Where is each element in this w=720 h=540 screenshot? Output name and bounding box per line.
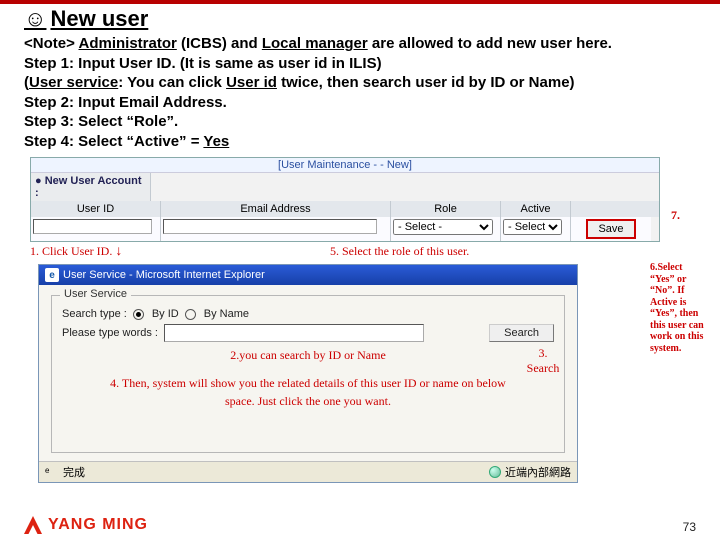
note-fragment: : You can click [118,74,226,91]
note-step3: Step 3: Select “Role”. [24,112,696,132]
please-type-label: Please type words : [62,327,158,339]
anno-1: 1. Click User ID. ↓ [30,244,330,260]
search-type-label: Search type : [62,308,127,320]
brand-mark-icon [24,516,42,534]
ie-statusbar: e 完成 近端內部網路 [39,461,577,482]
note-fragment: twice, then search user id by ID or Name… [277,74,575,91]
note-step1: Step 1: Input User ID. (It is same as us… [24,54,696,74]
arrow-down-icon: ↓ [115,244,122,259]
role-select[interactable]: - Select - [393,219,493,235]
ie-titlebar: e User Service - Microsoft Internet Expl… [39,265,577,285]
status-zone: 近端內部網路 [505,464,571,480]
active-select[interactable]: - Select - [503,219,562,235]
radio-by-name-label: By Name [204,308,249,320]
user-service-fieldset: User Service Search type : By ID By Name… [51,295,565,453]
radio-by-id[interactable] [133,309,144,320]
title-text: New user [50,6,148,32]
anno-2: 2.you can search by ID or Name [230,348,386,362]
ie-window: e User Service - Microsoft Internet Expl… [38,264,578,483]
note-fragment: (ICBS) and [181,35,262,52]
note-block: <Note> Administrator (ICBS) and Local ma… [24,34,696,151]
globe-icon [489,466,501,478]
top-red-bar [0,0,720,4]
note-yes: Yes [203,133,229,150]
col-save [571,201,651,217]
brand-text: YANG MING [48,516,148,534]
page-number: 73 [683,520,696,534]
note-fragment: are allowed to add new user here. [372,35,612,52]
note-userid: User id [226,74,277,91]
smile-icon: ☺ [24,6,46,32]
ie-status-icon: e [45,466,57,478]
col-email: Email Address [161,201,391,217]
brand-logo: YANG MING [24,516,148,534]
email-input[interactable] [163,219,377,234]
um-caption: [User Maintenance - - New] [31,158,659,173]
status-done: 完成 [63,464,85,480]
anno-6: 6.Select “Yes” or “No”. If Active is “Ye… [650,262,708,354]
radio-by-id-label: By ID [152,308,179,320]
search-button[interactable]: Search [489,324,554,342]
anno-4: 4. Then, system will show you the relate… [110,376,506,408]
save-button[interactable]: Save [586,219,635,239]
search-words-input[interactable] [164,324,424,342]
anno-3: 3. Search [522,346,564,376]
ie-icon: e [45,268,59,282]
col-role: Role [391,201,501,217]
anno-5: 5. Select the role of this user. [330,244,660,260]
ie-title-text: User Service - Microsoft Internet Explor… [63,269,265,281]
note-step4: Step 4: Select “Active” = [24,133,203,150]
note-userservice: User service [29,74,118,91]
col-active: Active [501,201,571,217]
userid-input[interactable] [33,219,152,234]
anno-7: 7. [671,208,680,223]
note-tag: <Note> [24,35,75,52]
col-userid: User ID [31,201,161,217]
radio-by-name[interactable] [185,309,196,320]
note-localmgr: Local manager [262,35,368,52]
page-title: ☺ New user [24,6,696,32]
um-account-label: New User Account : [35,175,142,199]
note-admin: Administrator [78,35,176,52]
fieldset-legend: User Service [60,288,131,300]
user-maintenance-panel: [User Maintenance - - New] ● New User Ac… [30,157,660,242]
note-step2: Step 2: Input Email Address. [24,93,696,113]
